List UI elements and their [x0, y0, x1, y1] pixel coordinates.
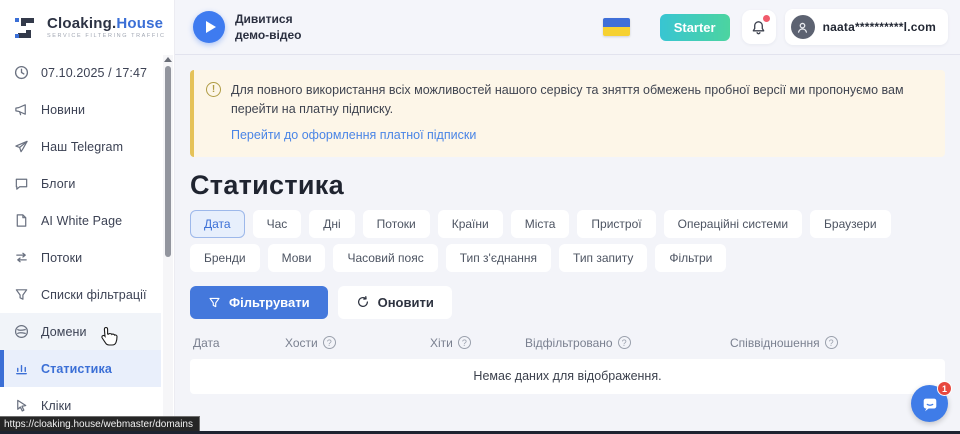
trial-warning-banner: ! Для повного використання всіх можливос…: [190, 70, 945, 157]
sidebar-item-label: AI White Page: [41, 214, 122, 228]
stats-tabs: Дата Час Дні Потоки Країни Міста Пристро…: [190, 210, 935, 272]
scroll-up-arrow[interactable]: [164, 57, 172, 62]
tab-connection-type[interactable]: Тип з'єднання: [446, 244, 551, 272]
cursor-icon: [13, 398, 29, 414]
funnel-icon: [208, 296, 221, 309]
logo-title: Cloaking.House: [47, 16, 166, 31]
tab-request-type[interactable]: Тип запиту: [559, 244, 647, 272]
column-header-filtered: Відфільтровано?: [525, 336, 730, 350]
column-header-hosts: Хости?: [285, 336, 430, 350]
refresh-icon: [356, 295, 370, 309]
plan-badge[interactable]: Starter: [660, 14, 730, 41]
ukraine-flag-icon[interactable]: [603, 18, 630, 36]
sidebar-item-filter-lists[interactable]: Списки фільтрації: [0, 276, 161, 313]
play-icon[interactable]: [193, 11, 225, 43]
sidebar-scrollbar[interactable]: [163, 55, 173, 434]
sidebar-item-label: Потоки: [41, 251, 82, 265]
warning-icon: !: [206, 82, 221, 97]
chat-icon: [921, 395, 939, 413]
streams-icon: [13, 250, 29, 266]
empty-state: Немає даних для відображення.: [190, 359, 945, 394]
banner-text: Для повного використання всіх можливосте…: [231, 81, 931, 119]
filter-button[interactable]: Фільтрувати: [190, 286, 328, 319]
sidebar-item-label: Новини: [41, 103, 85, 117]
funnel-icon: [13, 287, 29, 303]
sidebar-item-domains[interactable]: Домени: [0, 313, 161, 350]
tab-days[interactable]: Дні: [309, 210, 354, 238]
demo-video-label: Дивитися демо-відео: [235, 11, 302, 43]
upgrade-subscription-link[interactable]: Перейти до оформлення платної підписки: [231, 128, 476, 142]
browser-status-bar: https://cloaking.house/webmaster/domains: [0, 416, 200, 432]
help-icon[interactable]: ?: [323, 336, 336, 349]
logo-icon: [13, 15, 39, 41]
sidebar-item-label: Кліки: [41, 399, 71, 413]
telegram-icon: [13, 139, 29, 155]
column-header-ratio: Співвідношення?: [730, 336, 942, 350]
scrollbar-thumb[interactable]: [165, 66, 171, 257]
sidebar-item-label: 07.10.2025 / 17:47: [41, 66, 147, 80]
chat-widget-button[interactable]: 1: [911, 385, 948, 422]
sidebar-item-telegram[interactable]: Наш Telegram: [0, 128, 161, 165]
clock-icon: [13, 65, 29, 81]
sidebar-item-label: Статистика: [41, 362, 112, 376]
help-icon[interactable]: ?: [618, 336, 631, 349]
globe-icon: [13, 324, 29, 340]
action-buttons: Фільтрувати Оновити: [190, 286, 945, 319]
tab-timezone[interactable]: Часовий пояс: [333, 244, 437, 272]
notification-dot: [763, 15, 770, 22]
help-icon[interactable]: ?: [458, 336, 471, 349]
tab-devices[interactable]: Пристрої: [577, 210, 655, 238]
empty-state-text: Немає даних для відображення.: [473, 369, 661, 383]
sidebar-item-datetime: 07.10.2025 / 17:47: [0, 54, 161, 91]
sidebar-item-label: Домени: [41, 325, 87, 339]
notifications-button[interactable]: [742, 10, 776, 44]
sidebar-item-label: Наш Telegram: [41, 140, 123, 154]
help-icon[interactable]: ?: [825, 336, 838, 349]
tab-streams[interactable]: Потоки: [363, 210, 430, 238]
tab-filters[interactable]: Фільтри: [655, 244, 726, 272]
sidebar-item-label: Списки фільтрації: [41, 288, 147, 302]
tab-countries[interactable]: Країни: [438, 210, 503, 238]
sidebar-nav: 07.10.2025 / 17:47 Новини Наш Telegram Б…: [0, 54, 161, 424]
chat-unread-badge: 1: [937, 381, 952, 396]
watch-demo-video-button[interactable]: Дивитися демо-відео: [193, 11, 302, 43]
column-header-date: Дата: [193, 336, 285, 350]
sidebar-item-statistics[interactable]: Статистика: [0, 350, 161, 387]
tab-brands[interactable]: Бренди: [190, 244, 260, 272]
logo[interactable]: Cloaking.House SERVICE FILTERING TRAFFIC: [0, 0, 174, 55]
avatar: [791, 15, 815, 39]
top-header: Дивитися демо-відео Starter naata*******…: [175, 0, 960, 55]
chat-bubble-icon: [13, 176, 29, 192]
bar-chart-icon: [13, 361, 29, 377]
tab-operating-systems[interactable]: Операційні системи: [664, 210, 802, 238]
page-title: Статистика: [190, 170, 945, 201]
main-content: ! Для повного використання всіх можливос…: [175, 56, 960, 434]
sidebar-item-blogs[interactable]: Блоги: [0, 165, 161, 202]
user-account-button[interactable]: naata**********l.com: [785, 9, 948, 45]
sidebar-item-ai-white-page[interactable]: AI White Page: [0, 202, 161, 239]
logo-subtitle: SERVICE FILTERING TRAFFIC: [47, 34, 166, 40]
user-email: naata**********l.com: [823, 20, 936, 34]
table-header-row: Дата Хости? Хіти? Відфільтровано? Співві…: [190, 336, 945, 350]
refresh-button[interactable]: Оновити: [338, 286, 452, 319]
sidebar-item-streams[interactable]: Потоки: [0, 239, 161, 276]
column-header-hits: Хіти?: [430, 336, 525, 350]
tab-languages[interactable]: Мови: [268, 244, 326, 272]
tab-time[interactable]: Час: [253, 210, 302, 238]
tab-cities[interactable]: Міста: [511, 210, 570, 238]
tab-browsers[interactable]: Браузери: [810, 210, 891, 238]
sidebar-item-news[interactable]: Новини: [0, 91, 161, 128]
document-icon: [13, 213, 29, 229]
sidebar-item-label: Блоги: [41, 177, 76, 191]
sidebar: Cloaking.House SERVICE FILTERING TRAFFIC…: [0, 0, 175, 434]
megaphone-icon: [13, 102, 29, 118]
tab-date[interactable]: Дата: [190, 210, 245, 238]
